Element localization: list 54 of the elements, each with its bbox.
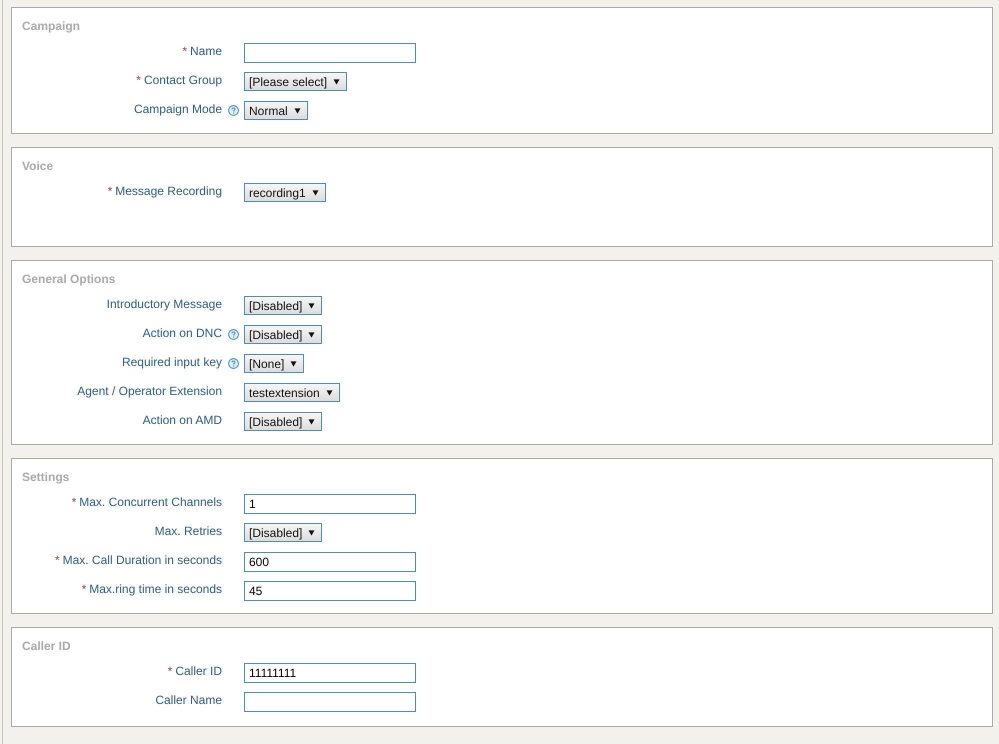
- field-label: Max. Call Duration in seconds: [62, 552, 222, 566]
- field-label: Max. Retries: [154, 524, 222, 538]
- field-label: Agent / Operator Extension: [77, 384, 222, 398]
- dropdown[interactable]: [Disabled]: [244, 325, 322, 344]
- field-label: Name: [190, 44, 222, 58]
- dropdown[interactable]: testextension: [244, 383, 340, 402]
- section-title: Voice: [21, 158, 54, 174]
- help-icon[interactable]: [228, 358, 238, 369]
- required-marker: *: [182, 44, 187, 58]
- section-title: Campaign: [21, 18, 82, 34]
- section-title: General Options: [21, 271, 116, 287]
- field-label: Action on DNC: [142, 326, 222, 340]
- caret-icon: [333, 78, 340, 84]
- field-label: Introductory Message: [106, 296, 222, 310]
- caret-icon: [308, 530, 316, 536]
- field-label: Caller ID: [175, 664, 222, 678]
- dropdown[interactable]: [None]: [244, 354, 304, 373]
- caret-icon: [326, 390, 333, 396]
- input-field[interactable]: [244, 692, 416, 712]
- input-field[interactable]: 1: [244, 494, 416, 514]
- caret-icon: [294, 108, 301, 114]
- input-field[interactable]: 11111111: [244, 662, 416, 682]
- required-marker: *: [82, 582, 86, 596]
- dropdown[interactable]: [Disabled]: [244, 412, 322, 431]
- caret-icon: [290, 360, 298, 366]
- section-title: Settings: [21, 469, 70, 485]
- dropdown[interactable]: Normal: [244, 101, 308, 120]
- field-label: Required input key: [122, 354, 222, 368]
- field-label: Max. Concurrent Channels: [79, 494, 222, 508]
- input-field[interactable]: 600: [244, 552, 416, 572]
- field-label: Campaign Mode: [134, 102, 222, 116]
- caret-icon: [308, 332, 316, 338]
- caret-icon: [312, 190, 319, 196]
- required-marker: *: [72, 494, 76, 508]
- input-field[interactable]: [244, 42, 416, 62]
- required-marker: *: [108, 184, 112, 198]
- help-icon[interactable]: [228, 105, 238, 116]
- required-marker: *: [168, 664, 172, 678]
- dropdown[interactable]: [Disabled]: [244, 296, 322, 315]
- dropdown[interactable]: [Disabled]: [244, 523, 322, 542]
- required-marker: *: [136, 72, 141, 86]
- field-label: Message Recording: [115, 184, 222, 198]
- field-label: Caller Name: [155, 692, 222, 706]
- field-label: Max.ring time in seconds: [89, 582, 222, 596]
- input-field[interactable]: 45: [244, 580, 416, 600]
- help-icon[interactable]: [228, 329, 238, 340]
- required-marker: *: [54, 552, 60, 566]
- field-label: Action on AMD: [142, 412, 222, 426]
- caret-icon: [308, 418, 316, 424]
- field-label: Contact Group: [144, 72, 222, 86]
- dropdown[interactable]: [Please select]: [244, 72, 348, 91]
- caret-icon: [308, 302, 316, 308]
- dropdown[interactable]: recording1: [244, 183, 326, 202]
- section-title: Caller ID: [21, 638, 72, 654]
